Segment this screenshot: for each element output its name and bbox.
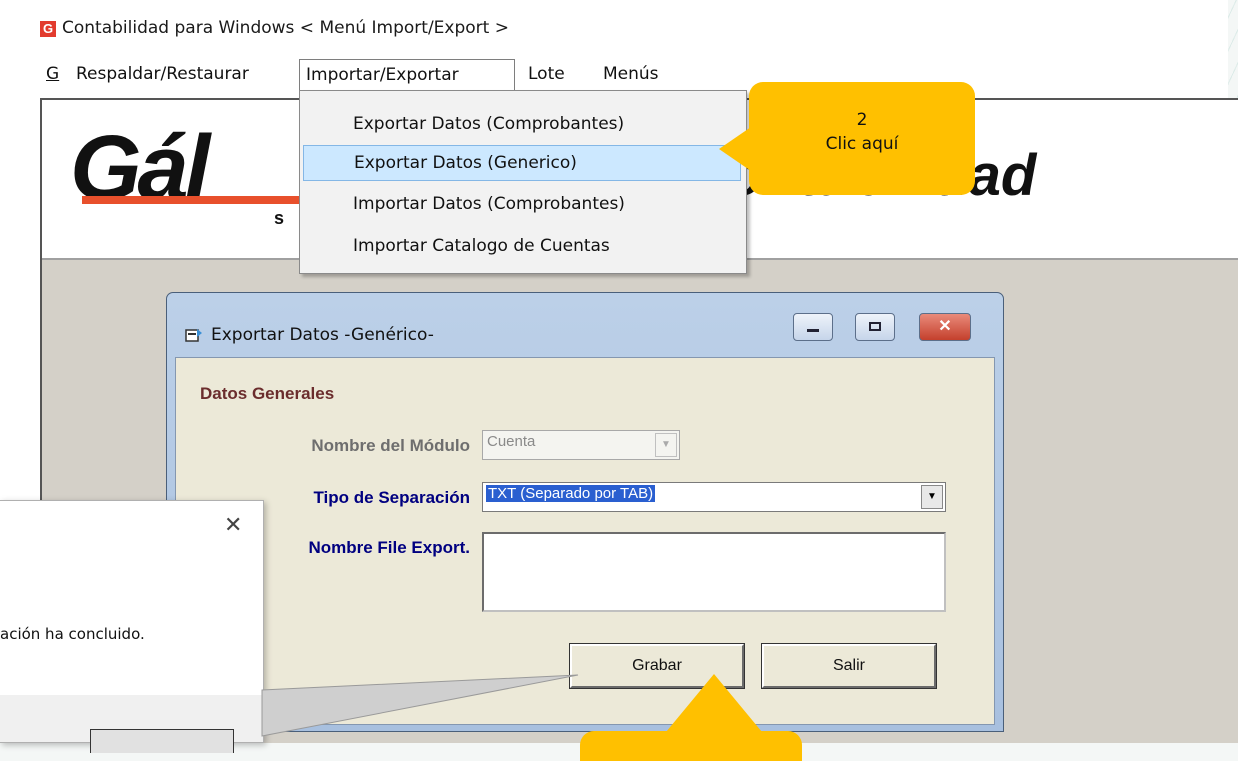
- modulo-select: Cuenta ▼: [482, 430, 680, 460]
- export-window-icon: [185, 329, 202, 342]
- maximize-icon: [869, 322, 881, 331]
- message-box: ✕ ación ha concluido.: [0, 500, 264, 753]
- menu-importar-exportar[interactable]: Importar/Exportar: [299, 59, 515, 91]
- menu-importar-catalogo[interactable]: Importar Catalogo de Cuentas: [303, 229, 741, 265]
- exportar-datos-dialog: Exportar Datos -Genérico- ✕ Datos Genera…: [166, 292, 1004, 732]
- app-icon: G: [40, 21, 56, 37]
- menu-exportar-generico[interactable]: Exportar Datos (Generico): [303, 145, 741, 181]
- minimize-icon: [807, 329, 819, 332]
- menu-respaldar-restaurar[interactable]: Respaldar/Restaurar: [70, 59, 255, 91]
- callout-2-text: Clic aquí: [825, 134, 899, 154]
- maximize-button[interactable]: [855, 313, 895, 341]
- dialog-title: Exportar Datos -Genérico-: [211, 325, 434, 345]
- separacion-select[interactable]: TXT (Separado por TAB) ▼: [482, 482, 946, 512]
- menu-exportar-comprobantes[interactable]: Exportar Datos (Comprobantes): [303, 107, 741, 143]
- minimize-button[interactable]: [793, 313, 833, 341]
- title-bar: G Contabilidad para Windows < Menú Impor…: [0, 0, 1228, 54]
- callout-2-number: 2: [856, 110, 868, 130]
- callout-3: [580, 731, 802, 761]
- logo-subtext: s: [274, 208, 285, 228]
- modulo-label: Nombre del Módulo: [311, 436, 470, 455]
- aceptar-button[interactable]: [90, 729, 234, 753]
- menu-importar-comprobantes[interactable]: Importar Datos (Comprobantes): [303, 187, 741, 223]
- close-icon[interactable]: ✕: [224, 513, 242, 538]
- logo-orange-bar: [82, 196, 312, 204]
- menu-lote[interactable]: Lote: [522, 59, 571, 91]
- menu-g[interactable]: G: [40, 59, 65, 91]
- menu-menus[interactable]: Menús: [597, 59, 665, 91]
- close-icon: ✕: [938, 318, 952, 335]
- menu-bar: G Respaldar/Restaurar Importar/Exportar …: [40, 59, 1228, 91]
- chevron-down-icon: ▼: [655, 433, 677, 457]
- file-export-input[interactable]: [482, 532, 946, 612]
- logo-galac: Gál: [70, 117, 210, 219]
- close-button[interactable]: ✕: [919, 313, 971, 341]
- message-footer: [0, 695, 263, 753]
- section-title: Datos Generales: [200, 384, 335, 403]
- salir-button[interactable]: Salir: [761, 643, 937, 689]
- callout-2-pointer: [719, 127, 751, 171]
- message-text: ación ha concluido.: [0, 625, 145, 643]
- window-title: Contabilidad para Windows < Menú Import/…: [62, 18, 509, 38]
- callout-3-pointer: [666, 674, 762, 732]
- callout-2: 2 Clic aquí: [749, 82, 975, 195]
- importar-exportar-dropdown: Exportar Datos (Comprobantes) Exportar D…: [299, 90, 747, 274]
- chevron-down-icon[interactable]: ▼: [921, 485, 943, 509]
- dialog-body: Datos Generales Nombre del Módulo Cuenta…: [175, 357, 995, 725]
